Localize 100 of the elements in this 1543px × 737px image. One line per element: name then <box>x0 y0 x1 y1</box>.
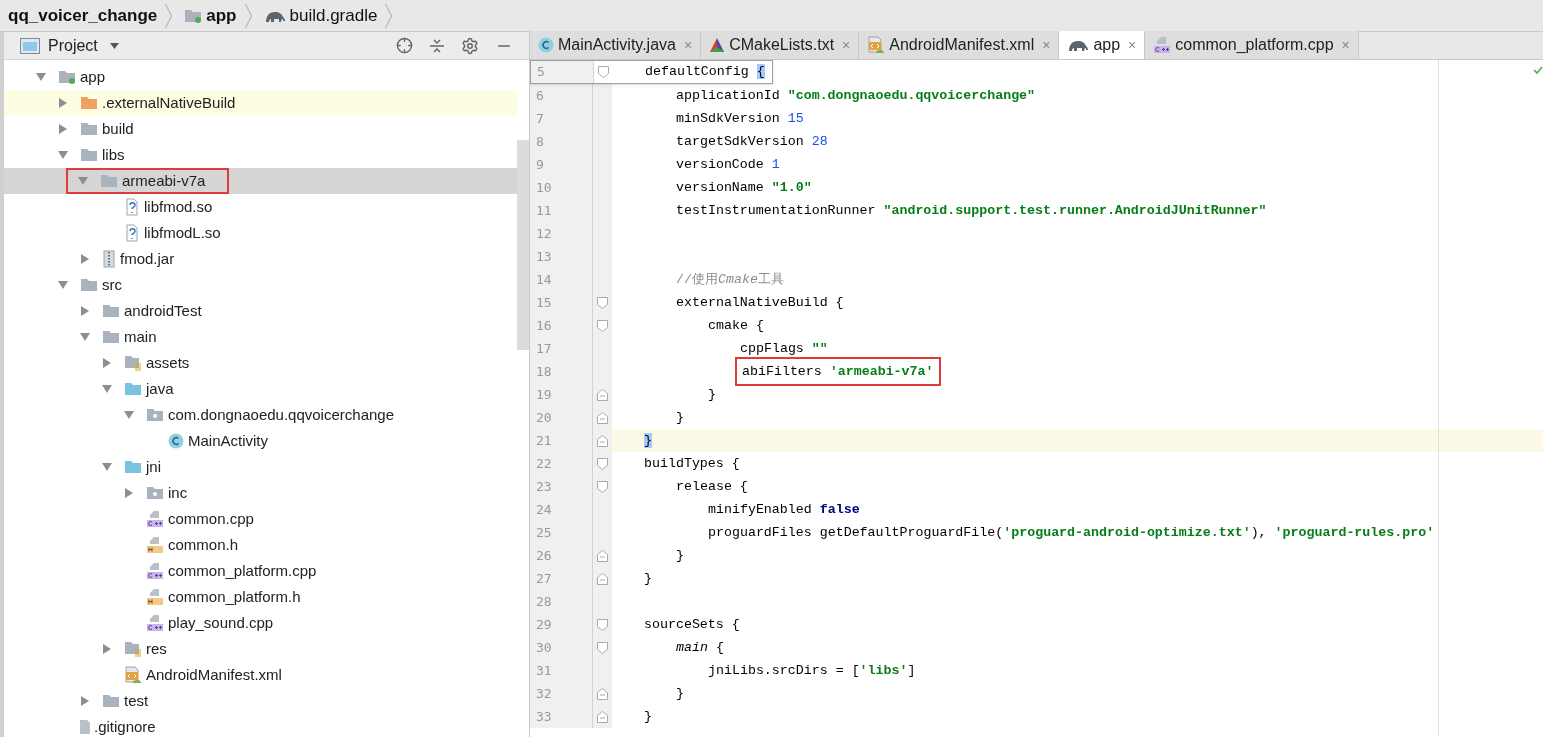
code-text: "android.support.test.runner.AndroidJUnitRunner" <box>883 202 1267 218</box>
expanded-arrow-icon[interactable] <box>36 72 46 82</box>
line-number: 31 <box>530 659 592 682</box>
collapse-all-icon[interactable] <box>429 37 445 54</box>
unfold-icon[interactable] <box>597 572 608 585</box>
collapsed-arrow-icon[interactable] <box>80 306 90 316</box>
folder-icon <box>102 330 120 344</box>
settings-icon[interactable] <box>461 36 479 55</box>
unknown-file-icon <box>124 224 140 242</box>
code-comment: Cmake <box>717 271 758 287</box>
tree-item[interactable]: app <box>4 64 517 90</box>
chevron-icon <box>165 3 173 28</box>
expanded-arrow-icon[interactable] <box>102 462 112 472</box>
code-text: applicationId <box>676 87 781 103</box>
tree-item[interactable]: libfmodL.so <box>4 220 517 246</box>
tree-item[interactable]: test <box>4 688 517 714</box>
unfold-icon[interactable] <box>597 549 608 562</box>
line-number: 6 <box>530 84 592 107</box>
fold-icon[interactable] <box>597 618 608 631</box>
tree-item[interactable]: src <box>4 272 517 298</box>
expanded-arrow-icon[interactable] <box>124 410 134 420</box>
code-text: 'libs' <box>859 662 908 678</box>
tree-item[interactable]: common.cpp <box>4 506 517 532</box>
tree-item[interactable]: .externalNativeBuild <box>4 90 517 116</box>
line-number: 23 <box>530 475 592 498</box>
tree-item[interactable]: MainActivity <box>4 428 517 454</box>
unfold-icon[interactable] <box>597 710 608 723</box>
collapsed-arrow-icon[interactable] <box>58 124 68 134</box>
editor-tab[interactable]: CMakeLists.txt × <box>701 31 860 59</box>
tree-item[interactable]: common_platform.h <box>4 584 517 610</box>
tree-item[interactable]: play_sound.cpp <box>4 610 517 636</box>
close-button[interactable]: × <box>1128 34 1137 56</box>
tree-item[interactable]: libfmod.so <box>4 194 517 220</box>
tree-item[interactable]: assets <box>4 350 517 376</box>
line-number: 32 <box>530 682 592 705</box>
tree-item[interactable]: armeabi-v7a <box>4 168 517 194</box>
caret-icon <box>109 42 119 49</box>
tree-item[interactable]: build <box>4 116 517 142</box>
fold-icon[interactable] <box>597 641 608 654</box>
code-text: abiFilters <box>742 363 823 379</box>
matched-brace: { <box>756 64 765 80</box>
tree-item-label: build <box>102 118 134 139</box>
collapsed-arrow-icon[interactable] <box>102 358 112 368</box>
collapsed-arrow-icon[interactable] <box>102 644 112 654</box>
tree-item-label: jni <box>146 456 161 477</box>
editor-tab[interactable]: common_platform.cpp × <box>1145 31 1359 59</box>
code-text: minifyEnabled <box>708 501 813 517</box>
tree-item-label: java <box>146 378 174 399</box>
line-number: 25 <box>530 521 592 544</box>
collapsed-arrow-icon[interactable] <box>58 98 68 108</box>
line-number: 24 <box>530 498 592 521</box>
code-text: release { <box>676 478 748 494</box>
expanded-arrow-icon[interactable] <box>80 332 90 342</box>
line-number: 22 <box>530 452 592 475</box>
breadcrumb[interactable]: build.gradle <box>255 0 397 31</box>
collapsed-arrow-icon[interactable] <box>80 696 90 706</box>
fold-icon[interactable] <box>597 457 608 470</box>
tree-item[interactable]: jni <box>4 454 517 480</box>
tree-item[interactable]: common_platform.cpp <box>4 558 517 584</box>
expanded-arrow-icon[interactable] <box>58 280 68 290</box>
locate-icon[interactable] <box>396 37 413 54</box>
view-selector[interactable]: Project <box>48 33 119 58</box>
tree-item[interactable]: common.h <box>4 532 517 558</box>
tree-item[interactable]: res <box>4 636 517 662</box>
tree-item[interactable]: com.dongnaoedu.qqvoicerchange <box>4 402 517 428</box>
fold-icon[interactable] <box>598 66 609 78</box>
header-file-icon <box>146 588 164 606</box>
line-number: 29 <box>530 613 592 636</box>
editor-tab[interactable]: app × <box>1059 31 1146 59</box>
unfold-icon[interactable] <box>597 687 608 700</box>
tree-item[interactable]: java <box>4 376 517 402</box>
line-number: 13 <box>530 245 592 268</box>
breadcrumb[interactable]: app <box>176 0 256 31</box>
scrollbar-thumb[interactable] <box>517 140 529 350</box>
tree-item[interactable]: inc <box>4 480 517 506</box>
fold-icon[interactable] <box>597 296 608 309</box>
tree-item[interactable]: fmod.jar <box>4 246 517 272</box>
fold-icon[interactable] <box>597 480 608 493</box>
editor-tab[interactable]: AndroidManifest.xml × <box>859 31 1060 59</box>
collapsed-arrow-icon[interactable] <box>124 488 134 498</box>
tree-item[interactable]: main <box>4 324 517 350</box>
unfold-icon[interactable] <box>597 434 608 447</box>
tree-item[interactable]: AndroidManifest.xml <box>4 662 517 688</box>
code-text: ] <box>907 662 916 678</box>
code-text: main <box>676 639 708 655</box>
expanded-arrow-icon[interactable] <box>102 384 112 394</box>
unfold-icon[interactable] <box>597 388 608 401</box>
expanded-arrow-icon[interactable] <box>58 150 68 160</box>
line-number: 17 <box>530 337 592 360</box>
tree-item-label: src <box>102 274 122 295</box>
tree-item[interactable]: libs <box>4 142 517 168</box>
editor-tab[interactable]: MainActivity.java × <box>530 31 702 59</box>
collapsed-arrow-icon[interactable] <box>80 254 90 264</box>
expanded-arrow-icon[interactable] <box>78 176 88 186</box>
tree-item[interactable]: androidTest <box>4 298 517 324</box>
tree-item[interactable]: .gitignore <box>4 714 517 737</box>
breadcrumb[interactable]: qq_voicer_change <box>0 0 177 31</box>
tree-item-label: test <box>124 690 149 711</box>
fold-icon[interactable] <box>597 319 608 332</box>
unfold-icon[interactable] <box>597 411 608 424</box>
